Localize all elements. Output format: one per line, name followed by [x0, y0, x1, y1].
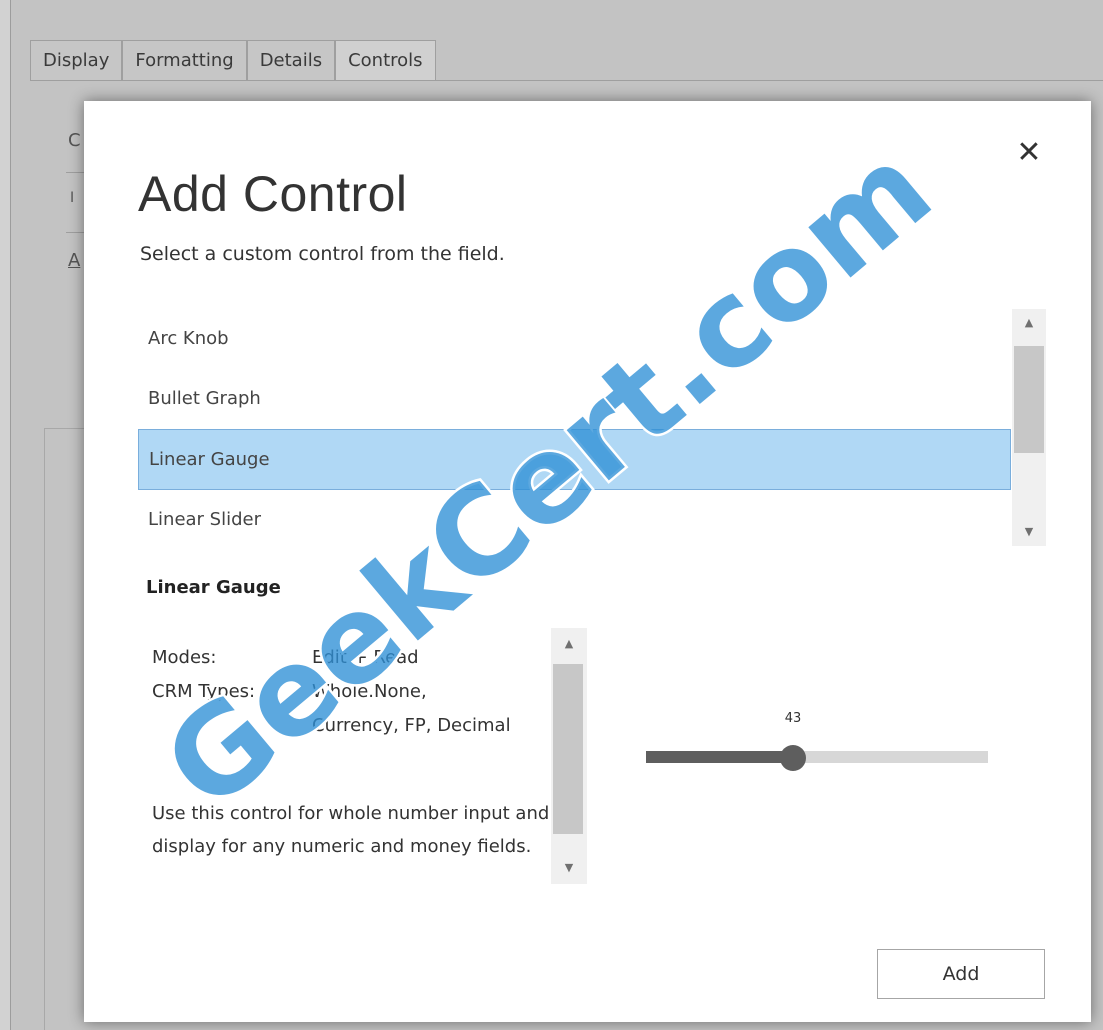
linear-gauge-preview: 43	[646, 711, 991, 771]
background-link-fragment[interactable]: A	[68, 250, 80, 271]
background-text-fragment: I	[70, 190, 75, 206]
modes-label: Modes:	[152, 647, 217, 668]
list-item-linear-gauge[interactable]: Linear Gauge	[138, 429, 1011, 490]
list-item-bullet-graph[interactable]: Bullet Graph	[138, 369, 1011, 429]
detail-info-panel: Modes: Edit + Read CRM Types: Whole.None…	[144, 637, 549, 883]
background-divider	[66, 172, 84, 173]
background-section-box	[44, 428, 85, 1030]
add-control-dialog: ✕ Add Control Select a custom control fr…	[84, 101, 1091, 1022]
add-button[interactable]: Add	[877, 949, 1045, 999]
scroll-down-icon[interactable]: ▼	[1012, 518, 1046, 546]
dialog-subtitle: Select a custom control from the field.	[140, 243, 505, 265]
scroll-down-icon[interactable]: ▼	[551, 854, 587, 882]
tab-divider	[30, 80, 1103, 81]
dialog-title: Add Control	[138, 166, 408, 222]
modes-value: Edit + Read	[312, 647, 419, 668]
control-description: Use this control for whole number input …	[152, 803, 549, 857]
tab-display[interactable]: Display	[30, 40, 123, 81]
scroll-up-icon[interactable]: ▲	[1012, 309, 1046, 337]
detail-scrollbar[interactable]: ▲ ▼	[551, 628, 587, 884]
scrollbar-thumb[interactable]	[1014, 346, 1044, 453]
tab-formatting[interactable]: Formatting	[122, 40, 247, 81]
scroll-up-icon[interactable]: ▲	[551, 630, 587, 658]
slider-track[interactable]	[646, 751, 988, 763]
background-text-fragment: C	[68, 130, 81, 151]
crm-types-label: CRM Types:	[152, 681, 256, 702]
close-icon[interactable]: ✕	[1014, 137, 1044, 169]
control-list-scrollbar[interactable]: ▲ ▼	[1012, 309, 1046, 546]
slider-thumb[interactable]	[780, 745, 806, 771]
control-list: Arc Knob Bullet Graph Linear Gauge Linea…	[138, 309, 1011, 545]
slider-fill	[646, 751, 793, 763]
scrollbar-thumb[interactable]	[553, 664, 583, 834]
crm-types-value-line2: Currency, FP, Decimal	[312, 715, 511, 736]
background-divider	[66, 232, 84, 233]
crm-types-value-line1: Whole.None,	[312, 681, 427, 702]
tab-details[interactable]: Details	[246, 40, 336, 81]
slider-value-label: 43	[784, 711, 802, 726]
list-item-linear-slider[interactable]: Linear Slider	[138, 490, 1011, 545]
tab-controls[interactable]: Controls	[335, 40, 436, 81]
background-tab-bar: Display Formatting Details Controls	[30, 40, 436, 81]
list-item-arc-knob[interactable]: Arc Knob	[138, 309, 1011, 369]
detail-heading: Linear Gauge	[146, 577, 281, 598]
